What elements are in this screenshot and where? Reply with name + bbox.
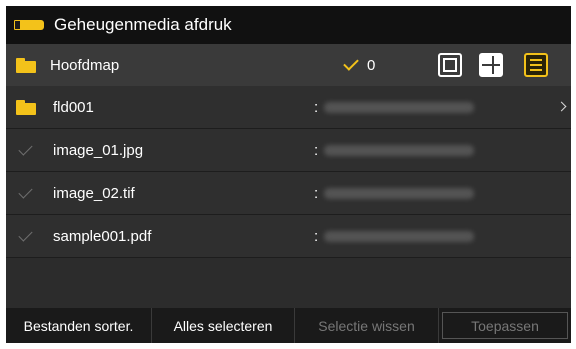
folder-icon <box>16 57 36 73</box>
folder-icon <box>16 99 36 115</box>
date-separator: : <box>314 141 319 159</box>
blurred-date <box>324 188 474 199</box>
selected-count-value: 0 <box>367 56 376 74</box>
current-folder-name: Hoofdmap <box>50 56 120 74</box>
file-name: image_02.tif <box>53 184 135 202</box>
chevron-right-icon[interactable] <box>556 101 567 112</box>
file-row[interactable]: image_01.jpg: <box>6 129 571 172</box>
file-list: fld001: image_01.jpg: image_02.tif: sample0… <box>6 86 571 308</box>
blurred-date <box>324 102 474 113</box>
file-name: fld001 <box>53 98 94 116</box>
file-name: image_01.jpg <box>53 141 144 159</box>
list-view-button[interactable] <box>524 53 548 77</box>
path-bar: Hoofdmap 0 <box>6 44 571 86</box>
date-separator: : <box>314 98 319 116</box>
blurred-date <box>324 231 474 242</box>
page-title: Geheugenmedia afdruk <box>54 15 232 34</box>
apply-button-cell: Toepassen <box>439 308 571 343</box>
select-check-icon[interactable] <box>18 183 33 199</box>
screen: Geheugenmedia afdruk Hoofdmap 0 fld001: i… <box>6 6 571 343</box>
bottom-action-bar: Bestanden sorter. Alles selecteren Selec… <box>6 308 571 343</box>
date-separator: : <box>314 227 319 245</box>
file-row[interactable]: sample001.pdf: <box>6 215 571 258</box>
grid-view-button[interactable] <box>479 53 503 77</box>
sort-files-button[interactable]: Bestanden sorter. <box>6 308 152 343</box>
single-view-icon <box>443 58 457 72</box>
select-check-icon[interactable] <box>18 226 33 242</box>
file-name: sample001.pdf <box>53 227 152 245</box>
list-view-icon <box>530 59 542 61</box>
folder-row[interactable]: fld001: <box>6 86 571 129</box>
check-icon <box>343 55 359 71</box>
empty-list-area <box>6 258 571 308</box>
apply-button[interactable]: Toepassen <box>442 312 568 339</box>
memory-media-icon <box>14 20 44 30</box>
file-row[interactable]: image_02.tif: <box>6 172 571 215</box>
select-check-icon[interactable] <box>18 140 33 156</box>
clear-selection-button[interactable]: Selectie wissen <box>295 308 439 343</box>
title-bar: Geheugenmedia afdruk <box>6 6 571 44</box>
single-view-button[interactable] <box>438 53 462 77</box>
blurred-date <box>324 145 474 156</box>
date-separator: : <box>314 184 319 202</box>
selected-count: 0 <box>343 44 376 86</box>
select-all-button[interactable]: Alles selecteren <box>152 308 295 343</box>
